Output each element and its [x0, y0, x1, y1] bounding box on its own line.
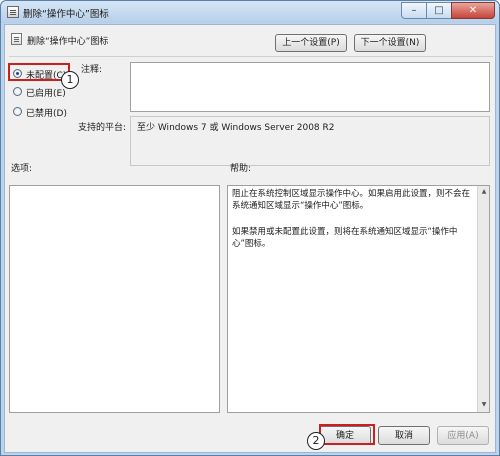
platform-label: 支持的平台: [78, 123, 127, 133]
policy-setting-icon [7, 6, 19, 18]
comment-textarea[interactable] [130, 62, 490, 112]
platform-field: 至少 Windows 7 或 Windows Server 2008 R2 [130, 116, 490, 166]
options-panel [9, 185, 220, 413]
help-paragraph: 如果禁用或未配置此设置，则将在系统通知区域显示“操作中心”图标。 [232, 227, 458, 249]
close-button[interactable]: ✕ [451, 2, 495, 19]
platform-value: 至少 Windows 7 或 Windows Server 2008 R2 [137, 123, 335, 133]
radio-button[interactable] [13, 107, 22, 116]
policy-icon [11, 33, 22, 45]
policy-name: 删除“操作中心”图标 [27, 37, 109, 47]
policy-editor-window: 删除“操作中心”图标 – □ ✕ 删除“操作中心”图标 上一个设置(P) 下一个… [0, 0, 500, 456]
help-scrollbar[interactable]: ▲ ▼ [477, 186, 489, 412]
dialog-body: 删除“操作中心”图标 上一个设置(P) 下一个设置(N) 未配置(C) 已启用(… [4, 24, 496, 453]
options-label: 选项: [11, 164, 33, 174]
radio-button[interactable] [13, 87, 22, 96]
radio-disabled[interactable]: 已禁用(D) [13, 105, 73, 119]
previous-setting-button[interactable]: 上一个设置(P) [275, 34, 347, 52]
help-paragraph: 阻止在系统控制区域显示操作中心。如果启用此设置，则不会在系统通知区域显示“操作中… [232, 189, 471, 211]
scroll-up-icon[interactable]: ▲ [479, 187, 489, 197]
next-setting-button[interactable]: 下一个设置(N) [354, 34, 426, 52]
header-divider [9, 56, 493, 57]
scroll-down-icon[interactable]: ▼ [479, 400, 489, 410]
title-bar[interactable]: 删除“操作中心”图标 – □ ✕ [1, 1, 499, 23]
help-panel: 阻止在系统控制区域显示操作中心。如果启用此设置，则不会在系统通知区域显示“操作中… [227, 185, 490, 413]
radio-label: 已禁用(D) [26, 109, 67, 119]
radio-label: 已启用(E) [26, 89, 66, 99]
cancel-button[interactable]: 取消 [378, 426, 430, 445]
callout-step-1: 1 [61, 71, 79, 89]
callout-step-2: 2 [307, 432, 325, 450]
maximize-button[interactable]: □ [426, 2, 452, 19]
comment-label: 注释: [81, 65, 103, 75]
minimize-button[interactable]: – [401, 2, 427, 19]
apply-button[interactable]: 应用(A) [437, 426, 489, 445]
ok-highlight-box [319, 424, 375, 445]
help-label: 帮助: [230, 164, 252, 174]
window-title: 删除“操作中心”图标 [23, 9, 109, 20]
